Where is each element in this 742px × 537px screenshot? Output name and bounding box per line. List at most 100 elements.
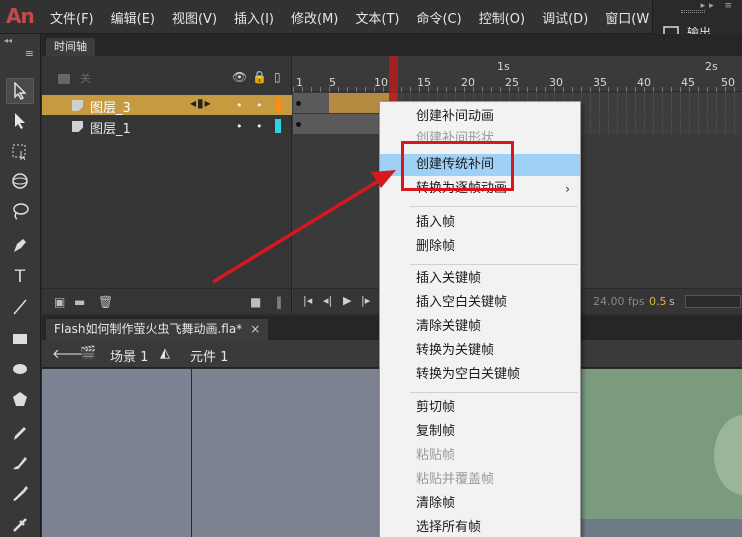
- symbol-breadcrumb[interactable]: 元件 1: [190, 346, 228, 365]
- toolbar-menu-icon[interactable]: ≡: [0, 48, 40, 62]
- oval-tool-icon[interactable]: [6, 356, 34, 382]
- ctx-insert-frame[interactable]: 插入帧: [380, 212, 580, 234]
- menu-file[interactable]: 文件(F): [50, 8, 94, 27]
- layers-column: 关 👁 🔒 ▯ 图层_3 ◂▮▸ • • 图层_1 • • ▣ ▬ 🗑 ■ ‖: [42, 56, 292, 314]
- keyframe-dot[interactable]: [296, 122, 301, 127]
- close-icon[interactable]: ×: [250, 322, 260, 336]
- layer-name[interactable]: 图层_1: [90, 118, 131, 137]
- menu-bar: An 文件(F) 编辑(E) 视图(V) 插入(I) 修改(M) 文本(T) 命…: [0, 0, 742, 54]
- brush-tool-icon[interactable]: [6, 480, 34, 506]
- keyframe-dot[interactable]: [296, 101, 301, 106]
- layer-folder-icon[interactable]: [58, 74, 70, 84]
- visibility-dot[interactable]: •: [236, 99, 243, 112]
- seconds-unit: s: [669, 295, 675, 308]
- app-logo: An: [6, 4, 35, 28]
- layer-row-3[interactable]: 图层_3 ◂▮▸ • •: [42, 95, 292, 116]
- lock-dot[interactable]: •: [256, 120, 263, 133]
- ctx-paste-frames: 粘贴帧: [416, 448, 456, 463]
- menu-view[interactable]: 视图(V): [172, 8, 217, 27]
- free-transform-tool-icon[interactable]: [6, 138, 34, 164]
- bone-tool-icon[interactable]: [6, 512, 34, 537]
- submenu-arrow-icon: ›: [565, 182, 570, 196]
- layer-icon: [72, 100, 83, 111]
- menu-insert[interactable]: 插入(I): [234, 8, 274, 27]
- new-layer-icon[interactable]: ▣: [54, 295, 65, 309]
- lock-dot[interactable]: •: [256, 99, 263, 112]
- tab-timeline[interactable]: 时间轴: [46, 38, 95, 56]
- ctx-clear-frames[interactable]: 清除帧: [380, 493, 580, 515]
- toolbar-collapse-icon[interactable]: ◂◂: [0, 34, 40, 48]
- pencil-tool-icon[interactable]: [6, 420, 34, 446]
- outline-icon[interactable]: ▯: [274, 70, 281, 84]
- layer-name[interactable]: 图层_3: [90, 97, 131, 116]
- menu-separator: [410, 264, 578, 265]
- menu-separator: [410, 392, 578, 393]
- line-tool-icon[interactable]: [6, 294, 34, 320]
- elapsed-seconds[interactable]: 0.5: [649, 295, 667, 308]
- menu-window[interactable]: 窗口(W: [605, 8, 649, 27]
- step-back-icon[interactable]: ◂|: [323, 294, 332, 307]
- pasteboard: [42, 369, 192, 537]
- menu-text[interactable]: 文本(T): [355, 8, 399, 27]
- layers-footer: ▣ ▬ 🗑 ■ ‖: [42, 288, 292, 314]
- ctx-clear-keyframe[interactable]: 清除关键帧: [380, 316, 580, 338]
- step-forward-icon[interactable]: |▸: [361, 294, 370, 307]
- ctx-insert-blank-keyframe[interactable]: 插入空白关键帧: [380, 292, 580, 314]
- scene-breadcrumb[interactable]: 场景 1: [110, 346, 148, 365]
- first-frame-icon[interactable]: |◂: [303, 294, 312, 307]
- ruler-second-marker: 1s: [497, 60, 510, 73]
- layer-outline-color[interactable]: [275, 119, 281, 133]
- subselection-tool-icon[interactable]: [6, 108, 34, 134]
- ruler-second-marker: 2s: [705, 60, 718, 73]
- stage-shadow: [580, 519, 742, 537]
- edit-pencil-icon: ◂▮▸: [190, 96, 212, 110]
- lock-icon[interactable]: 🔒: [252, 70, 267, 84]
- rectangle-tool-icon[interactable]: [6, 326, 34, 352]
- delete-layer-icon[interactable]: 🗑: [98, 295, 113, 309]
- layers-header-label: 关: [80, 72, 91, 85]
- ctx-copy-frames[interactable]: 复制帧: [380, 421, 580, 443]
- tools-panel: ◂◂ ≡ T: [0, 34, 41, 537]
- tab-document[interactable]: Flash如何制作萤火虫飞舞动画.fla* ×: [46, 319, 269, 340]
- new-folder-icon[interactable]: ▬: [74, 295, 85, 309]
- timeline-tabbar: 时间轴: [42, 34, 742, 56]
- fps-readout[interactable]: 24.00 fps: [593, 295, 645, 308]
- polystar-tool-icon[interactable]: [6, 386, 34, 412]
- eye-icon[interactable]: 👁: [232, 70, 247, 84]
- ruler-ticks: [293, 87, 742, 92]
- timeline-scrollbar[interactable]: [685, 295, 741, 308]
- menu-commands[interactable]: 命令(C): [416, 8, 461, 27]
- 3d-rotation-tool-icon[interactable]: [6, 168, 34, 194]
- paint-brush-tool-icon[interactable]: [6, 450, 34, 476]
- layers-header: 关 👁 🔒 ▯: [42, 56, 292, 92]
- menu-edit[interactable]: 编辑(E): [111, 8, 155, 27]
- menu-items: 文件(F) 编辑(E) 视图(V) 插入(I) 修改(M) 文本(T) 命令(C…: [50, 0, 666, 34]
- ctx-create-motion-tween[interactable]: 创建补间动画: [380, 106, 580, 128]
- symbol-icon: ◭: [160, 346, 170, 361]
- ctx-cut-frames[interactable]: 剪切帧: [380, 397, 580, 419]
- menu-debug[interactable]: 调试(D): [542, 8, 588, 27]
- selection-tool-icon[interactable]: [6, 78, 34, 104]
- annotation-highlight-box: [401, 141, 514, 191]
- ctx-select-all-frames[interactable]: 选择所有帧: [380, 517, 580, 537]
- layer-outline-color[interactable]: [275, 98, 281, 112]
- menu-modify[interactable]: 修改(M): [291, 8, 338, 27]
- ctx-delete-frame[interactable]: 删除帧: [380, 236, 580, 258]
- panel-collapse-icon[interactable]: ▸▸ ≡: [701, 1, 736, 11]
- frame-span-layer-1[interactable]: [293, 114, 379, 134]
- frame-ruler[interactable]: 1s 2s 1 5 10 15 20 25 30 35 40 45 50: [293, 56, 742, 92]
- play-icon[interactable]: ▶: [343, 294, 351, 307]
- scene-clapper-icon: 🎬: [80, 346, 97, 361]
- ctx-convert-to-keyframe[interactable]: 转换为关键帧: [380, 340, 580, 362]
- layer-row-1[interactable]: 图层_1 • •: [42, 116, 292, 137]
- camera-icon[interactable]: ■: [250, 295, 261, 309]
- lasso-tool-icon[interactable]: [6, 198, 34, 224]
- ctx-insert-keyframe[interactable]: 插入关键帧: [380, 268, 580, 290]
- menu-control[interactable]: 控制(O): [479, 8, 525, 27]
- document-title: Flash如何制作萤火虫飞舞动画.fla*: [54, 322, 243, 336]
- menu-separator: [410, 206, 578, 207]
- text-tool-icon[interactable]: T: [6, 264, 34, 290]
- pen-tool-icon[interactable]: [6, 232, 34, 258]
- ctx-convert-to-blank-keyframe[interactable]: 转换为空白关键帧: [380, 364, 580, 386]
- visibility-dot[interactable]: •: [236, 120, 243, 133]
